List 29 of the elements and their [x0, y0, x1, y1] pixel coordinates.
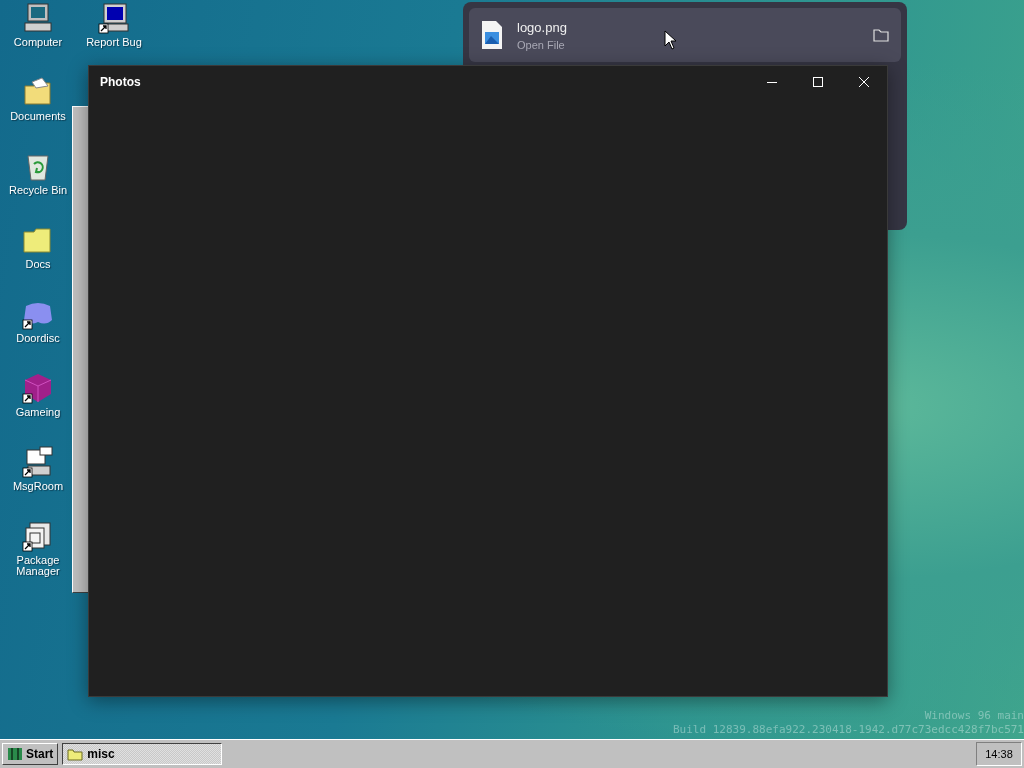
clock: 14:38 [976, 742, 1022, 766]
icon-label[interactable]: MsgRoom [2, 481, 74, 492]
cube-icon[interactable] [22, 372, 54, 404]
version-text: Windows 96 main [924, 709, 1024, 723]
package-icon[interactable] [22, 520, 54, 552]
cursor-icon [664, 30, 677, 50]
file-notification[interactable]: logo.png Open File [469, 8, 901, 62]
icon-label[interactable]: Report Bug [78, 37, 150, 48]
start-button[interactable]: Start [2, 743, 59, 765]
maximize-icon [813, 77, 823, 87]
close-icon [859, 77, 869, 87]
icon-label[interactable]: Package Manager [2, 555, 74, 577]
icon-label[interactable]: Recycle Bin [2, 185, 74, 196]
taskbar-button[interactable]: misc [62, 743, 223, 765]
window-title: Photos [100, 75, 142, 89]
icon-label[interactable]: Gameing [2, 407, 74, 418]
icon-label[interactable]: Doordisc [2, 333, 74, 344]
icon-label[interactable]: Computer [2, 37, 74, 48]
file-name: logo.png [517, 19, 568, 35]
folder-icon[interactable] [873, 28, 889, 42]
icon-label[interactable]: Docs [2, 259, 74, 270]
documents-icon[interactable] [22, 76, 54, 108]
open-file-link[interactable]: Open File [517, 38, 859, 51]
computer-icon[interactable] [22, 2, 54, 34]
build-text: Build 12839.88efa922.230418-1942.d77c73edcc428f7bc571 [673, 723, 1024, 737]
folder-icon [67, 747, 84, 761]
image-file-icon [481, 20, 503, 50]
monitor-icon[interactable] [98, 2, 130, 34]
icon-label[interactable]: Documents [2, 111, 74, 122]
